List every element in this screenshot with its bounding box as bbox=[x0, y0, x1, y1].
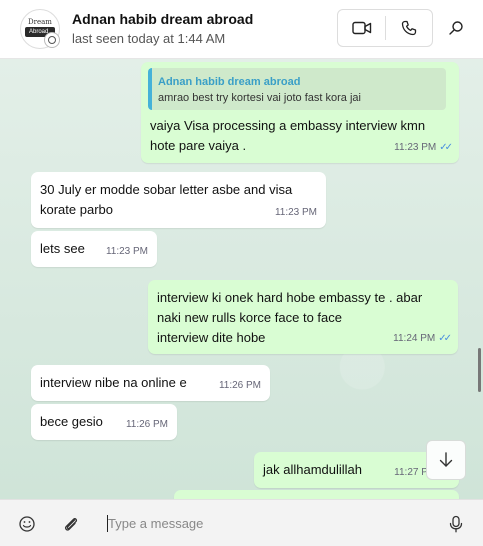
message-time: 11:23 PM bbox=[105, 246, 148, 257]
quoted-text: amrao best try kortesi vai joto fast kor… bbox=[158, 92, 361, 104]
call-button-group bbox=[337, 9, 433, 47]
last-seen-status: last seen today at 1:44 AM bbox=[72, 31, 226, 46]
voice-call-button[interactable] bbox=[386, 10, 432, 46]
message-time: 11:24 PM ✓✓ bbox=[393, 329, 452, 349]
message-outgoing[interactable]: Adnan habib dream abroad amrao best try … bbox=[141, 62, 459, 163]
message-text: bece gesio bbox=[40, 414, 103, 429]
message-time: 11:26 PM bbox=[125, 419, 168, 430]
message-input[interactable] bbox=[106, 510, 428, 536]
arrow-down-icon bbox=[439, 452, 453, 467]
message-text: interview ki onek hard hobe embassy te .… bbox=[157, 290, 423, 345]
message-outgoing-partial[interactable] bbox=[174, 490, 459, 499]
search-icon bbox=[449, 21, 463, 35]
phone-icon bbox=[401, 20, 417, 36]
quoted-message[interactable]: Adnan habib dream abroad amrao best try … bbox=[148, 68, 446, 110]
message-time-text: 11:23 PM bbox=[394, 142, 437, 153]
message-incoming[interactable]: interview nibe na online e 11:26 PM bbox=[31, 365, 270, 401]
message-time-text: 11:24 PM bbox=[393, 333, 436, 344]
message-incoming[interactable]: 30 July er modde sobar letter asbe and v… bbox=[31, 172, 326, 228]
scrollbar-thumb[interactable] bbox=[478, 348, 481, 392]
chat-header: Dream Abroad Adnan habib dream abroad la… bbox=[0, 0, 483, 59]
message-outgoing[interactable]: interview ki onek hard hobe embassy te .… bbox=[148, 280, 458, 354]
video-call-icon bbox=[351, 21, 371, 35]
microphone-icon bbox=[449, 515, 463, 533]
read-ticks-icon: ✓✓ bbox=[438, 333, 452, 344]
message-text: vaiya Visa processing a embassy intervie… bbox=[150, 118, 426, 153]
attach-button[interactable] bbox=[60, 513, 82, 535]
message-text: interview nibe na online e bbox=[40, 375, 187, 390]
message-time: 11:23 PM bbox=[274, 207, 317, 218]
voice-message-button[interactable] bbox=[445, 513, 467, 535]
message-text: 30 July er modde sobar letter asbe and v… bbox=[40, 182, 293, 217]
avatar-logo-text: Dream bbox=[28, 18, 52, 26]
paperclip-icon bbox=[65, 518, 77, 531]
search-button[interactable] bbox=[441, 13, 471, 43]
video-call-button[interactable] bbox=[338, 10, 385, 46]
message-text: jak allhamdulillah bbox=[263, 462, 362, 477]
message-list[interactable]: Adnan habib dream abroad amrao best try … bbox=[0, 59, 483, 499]
message-incoming[interactable]: lets see 11:23 PM bbox=[31, 231, 157, 267]
message-incoming[interactable]: bece gesio 11:26 PM bbox=[31, 404, 177, 440]
message-composer bbox=[0, 499, 483, 546]
emoji-icon bbox=[19, 516, 35, 532]
scroll-to-bottom-button[interactable] bbox=[426, 440, 466, 480]
message-time: 11:26 PM bbox=[218, 380, 261, 391]
read-ticks-icon: ✓✓ bbox=[439, 142, 453, 153]
message-text: lets see bbox=[40, 241, 85, 256]
status-ring-icon bbox=[44, 32, 60, 48]
emoji-button[interactable] bbox=[16, 513, 38, 535]
contact-name[interactable]: Adnan habib dream abroad bbox=[72, 11, 253, 27]
message-time: 11:23 PM ✓✓ bbox=[394, 138, 453, 158]
